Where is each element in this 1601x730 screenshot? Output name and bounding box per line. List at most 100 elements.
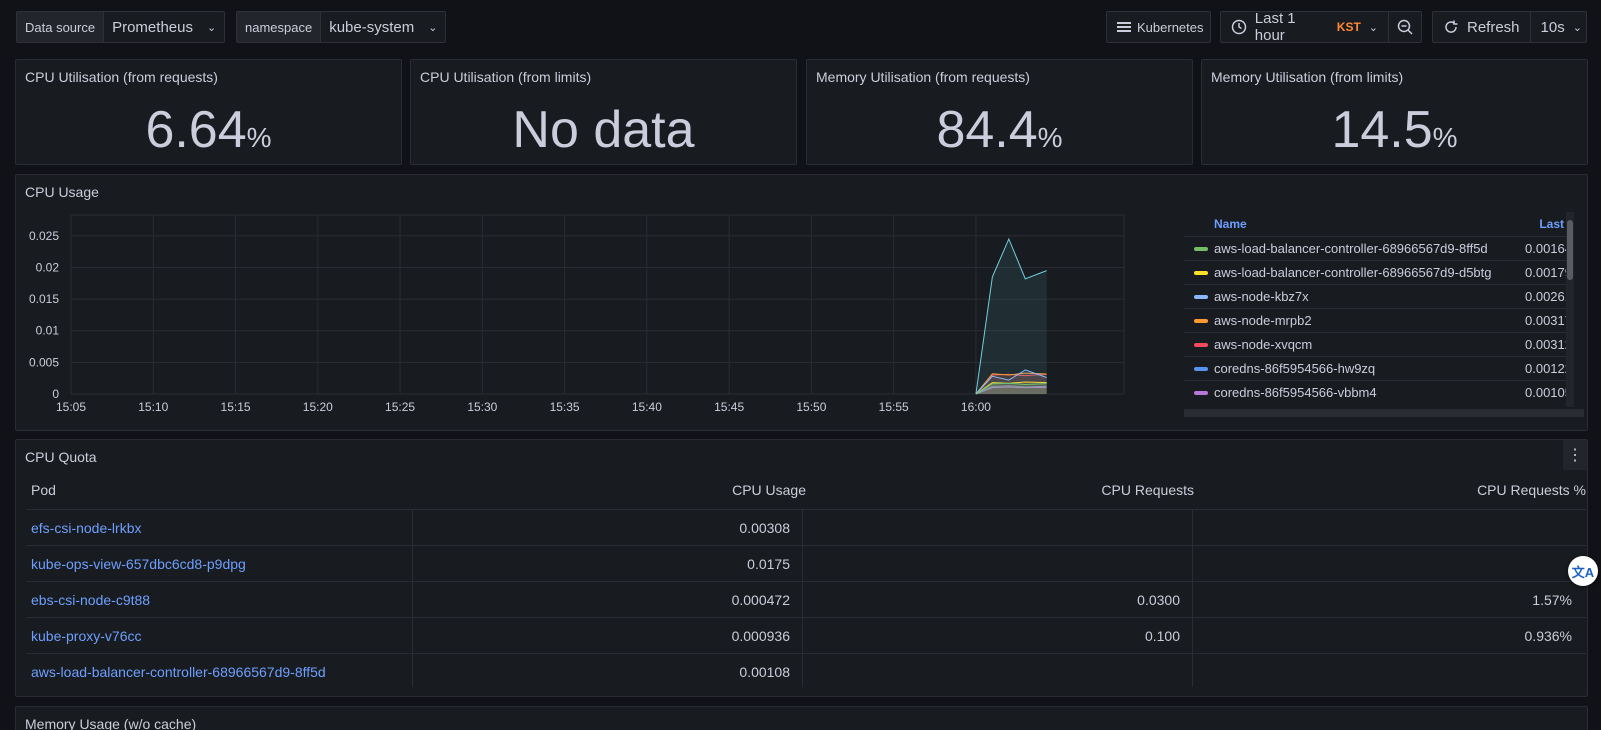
cpu-usage-panel[interactable]: CPU Usage 0 0.005 0.01 0.015 0.02 0.025 15:05 1… [15,174,1588,431]
stat-panel-memory-limits[interactable]: Memory Utilisation (from limits) 14.5% [1201,59,1588,165]
table-row: kube-ops-view-657dbc6cd8-p9dpg 0.0175 [26,545,1586,581]
pod-link[interactable]: efs-csi-node-lrkbx [31,510,141,546]
chevron-down-icon: ⌄ [1368,21,1378,34]
legend-scrollbar[interactable] [1566,212,1574,407]
cpu-usage-chart[interactable]: 0 0.005 0.01 0.015 0.02 0.025 15:05 15:10 15:15 1… [16,175,1176,432]
legend-header: Name Last * [1184,212,1574,236]
table-row: ebs-csi-node-c9t88 0.000472 0.0300 1.57% [26,581,1586,617]
namespace-variable[interactable]: namespace kube-system ⌄ [236,11,447,43]
cpu-requests-pct-cell [1196,510,1572,546]
stat-number: 14.5 [1331,101,1433,159]
stat-unit: % [1432,122,1458,153]
table-row: kube-proxy-v76cc 0.000936 0.100 0.936% [26,617,1586,653]
legend-item[interactable]: coredns-86f5954566-hw9zq 0.00122 [1184,356,1574,380]
stat-panel-cpu-limits[interactable]: CPU Utilisation (from limits) No data [410,59,797,165]
x-tick-label: 15:05 [56,400,86,414]
pod-link[interactable]: ebs-csi-node-c9t88 [31,582,150,618]
legend-horizontal-scrollbar[interactable] [1184,409,1584,417]
panel-title: Memory Usage (w/o cache) [25,716,197,730]
dashboard-toolbar: Data source Prometheus ⌄ namespace kube-… [0,0,1601,54]
refresh-button[interactable]: Refresh [1433,12,1530,42]
series-color-swatch [1194,295,1208,299]
refresh-interval-select[interactable]: 10s ⌄ [1529,12,1592,42]
zoom-out-icon [1397,19,1413,35]
stat-unit: % [246,122,272,153]
stat-panel-cpu-requests[interactable]: CPU Utilisation (from requests) 6.64% [15,59,402,165]
stat-number: 84.4 [936,101,1038,159]
x-tick-label: 15:10 [138,400,168,414]
datasource-variable[interactable]: Data source Prometheus ⌄ [16,11,226,43]
legend-item-last: 0.00317 [1525,313,1572,328]
stat-value: 6.64% [16,100,401,160]
cpu-quota-panel[interactable]: CPU Quota ⋮ Pod CPU Usage CPU Requests C… [15,439,1588,697]
series-color-swatch [1194,319,1208,323]
legend-item[interactable]: aws-node-kbz7x 0.00261 [1184,284,1574,308]
column-header-cpu-requests-pct[interactable]: CPU Requests % [1196,482,1586,510]
cpu-requests-cell [806,510,1180,546]
chart-legend: Name Last * aws-load-balancer-controller… [1184,212,1584,419]
menu-icon [1117,22,1131,32]
panel-title: CPU Quota [25,449,97,465]
clock-icon [1231,19,1247,35]
translate-icon[interactable]: 文A [1568,556,1598,586]
panel-title: Memory Utilisation (from requests) [816,69,1030,85]
legend-item-name: aws-node-mrpb2 [1214,313,1312,328]
kubernetes-links-button[interactable]: Kubernetes [1106,11,1211,43]
legend-item[interactable]: coredns-86f5954566-vbbm4 0.00105 [1184,380,1574,404]
y-tick-label: 0 [52,387,59,401]
cpu-requests-cell: 0.0300 [1137,592,1180,608]
cpu-requests-pct-cell: 1.57% [1532,592,1572,608]
pod-link[interactable]: kube-proxy-v76cc [31,618,142,654]
zoom-out-button[interactable] [1388,12,1421,42]
stat-value: No data [411,100,796,160]
column-header-cpu-usage[interactable]: CPU Usage [416,482,806,510]
pod-link[interactable]: aws-load-balancer-controller-68966567d9-… [31,654,326,690]
y-tick-label: 0.005 [29,355,59,369]
cpu-requests-pct-cell [1196,546,1572,582]
legend-item-name: aws-node-kbz7x [1214,289,1309,304]
datasource-value: Prometheus [112,18,193,36]
series-color-swatch [1194,343,1208,347]
legend-name-header[interactable]: Name [1214,217,1247,231]
namespace-select[interactable]: kube-system ⌄ [321,12,445,42]
legend-item[interactable]: aws-node-mrpb2 0.00317 [1184,308,1574,332]
x-tick-label: 15:20 [303,400,333,414]
y-tick-label: 0.02 [36,260,60,274]
table-row: efs-csi-node-lrkbx 0.00308 [26,509,1586,545]
x-tick-label: 15:55 [879,400,909,414]
x-tick-label: 15:25 [385,400,415,414]
scrollbar-thumb[interactable] [1567,220,1573,280]
panel-menu-button[interactable]: ⋮ [1563,440,1587,470]
legend-item-name: aws-node-xvqcm [1214,337,1313,352]
legend-item[interactable]: aws-node-xvqcm 0.00312 [1184,332,1574,356]
legend-item-name: aws-load-balancer-controller-68966567d9-… [1214,241,1488,256]
namespace-label: namespace [237,12,322,42]
legend-item-name: aws-load-balancer-controller-68966567d9-… [1214,265,1492,280]
table-row: aws-load-balancer-controller-68966567d9-… [26,653,1586,689]
column-header-cpu-requests[interactable]: CPU Requests [806,482,1194,510]
x-tick-label: 15:45 [714,400,744,414]
x-tick-label: 15:35 [550,400,580,414]
cpu-usage-cell: 0.000936 [731,628,790,644]
time-range-button[interactable]: Last 1 hour KST ⌄ [1221,10,1388,44]
x-tick-label: 15:15 [221,400,251,414]
column-header-pod[interactable]: Pod [31,482,56,510]
pod-link[interactable]: kube-ops-view-657dbc6cd8-p9dpg [31,546,246,582]
cpu-requests-pct-cell [1196,654,1572,690]
series-color-swatch [1194,247,1208,251]
datasource-select[interactable]: Prometheus ⌄ [104,12,224,42]
legend-item[interactable]: aws-load-balancer-controller-68966567d9-… [1184,236,1574,260]
time-picker[interactable]: Last 1 hour KST ⌄ [1220,10,1422,44]
namespace-value: kube-system [329,18,415,36]
series-color-swatch [1194,391,1208,395]
cpu-usage-cell: 0.00108 [739,664,790,680]
y-tick-label: 0.01 [36,324,60,338]
cpu-requests-cell [806,654,1180,690]
legend-item[interactable]: aws-load-balancer-controller-68966567d9-… [1184,260,1574,284]
memory-usage-panel[interactable]: Memory Usage (w/o cache) [15,706,1588,730]
kubernetes-label: Kubernetes [1137,19,1204,35]
refresh-icon [1445,20,1458,33]
stat-panel-memory-requests[interactable]: Memory Utilisation (from requests) 84.4% [806,59,1193,165]
cpu-usage-cell: 0.0175 [747,556,790,572]
refresh-picker[interactable]: Refresh 10s ⌄ [1432,11,1587,43]
